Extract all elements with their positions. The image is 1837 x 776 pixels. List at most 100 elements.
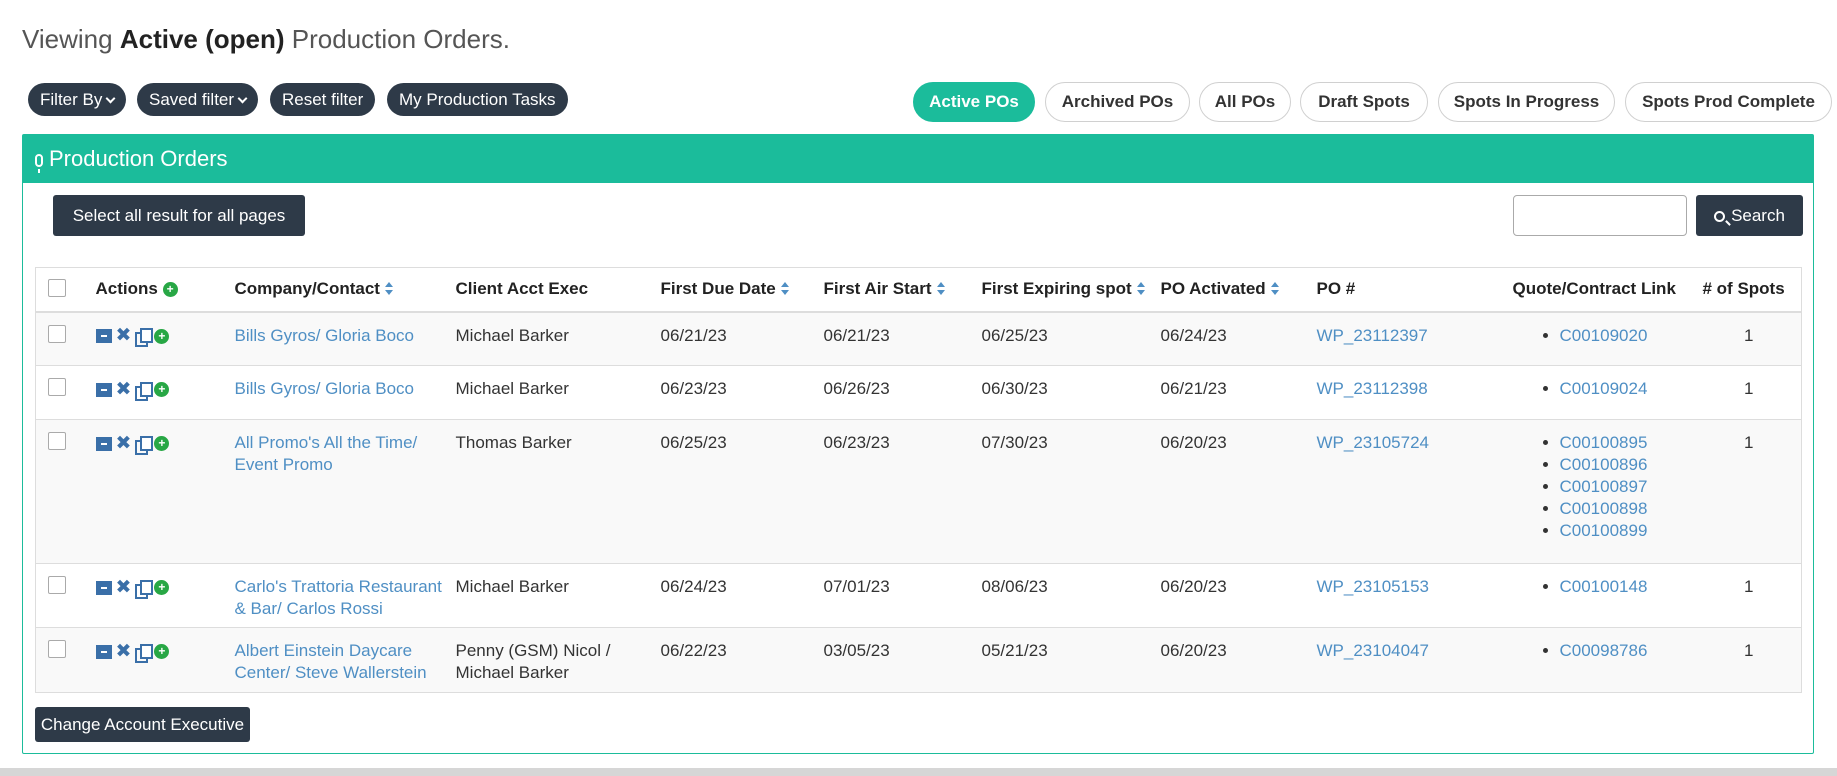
first-expiring-header[interactable]: First Expiring spot xyxy=(981,267,1161,313)
first-expiring-cell: 05/21/23 xyxy=(981,627,1161,693)
quote-link[interactable]: C00098786 xyxy=(1560,641,1648,660)
company-link[interactable]: Bills Gyros/ Gloria Boco xyxy=(235,326,415,345)
search-input[interactable] xyxy=(1513,195,1687,236)
po-number-header: PO # xyxy=(1316,267,1513,313)
close-icon[interactable]: ✖ xyxy=(116,578,132,597)
list-item: C00100896 xyxy=(1560,454,1697,476)
po-number-link[interactable]: WP_23104047 xyxy=(1317,641,1429,660)
company-cell: All Promo's All the Time/ Event Promo xyxy=(234,419,456,564)
saved-filter-dropdown[interactable]: Saved filter xyxy=(137,83,259,116)
first-air-header[interactable]: First Air Start xyxy=(823,267,982,313)
row-select-cell xyxy=(35,627,96,693)
horizontal-scrollbar[interactable] xyxy=(0,768,1837,776)
row-checkbox[interactable] xyxy=(48,576,66,594)
search-icon xyxy=(1714,211,1726,222)
copy-icon[interactable] xyxy=(135,643,154,663)
select-all-results-button[interactable]: Select all result for all pages xyxy=(53,195,305,236)
tab-draft-spots[interactable]: Draft Spots xyxy=(1300,82,1428,122)
po-number-link[interactable]: WP_23112397 xyxy=(1317,326,1428,345)
first-expiring-cell: 08/06/23 xyxy=(981,563,1161,628)
client-ae-cell: Michael Barker xyxy=(455,311,661,366)
row-actions: ✖ + xyxy=(95,365,235,420)
first-due-cell: 06/23/23 xyxy=(660,365,824,420)
num-spots-header: # of Spots xyxy=(1696,267,1802,313)
company-cell: Bills Gyros/ Gloria Boco xyxy=(234,365,456,420)
po-number-cell: WP_23104047 xyxy=(1316,627,1513,693)
saved-filter-label: Saved filter xyxy=(149,90,235,109)
table-row: ✖ + Bills Gyros/ Gloria Boco Michael Bark… xyxy=(35,311,1802,366)
company-link[interactable]: Albert Einstein Daycare Center/ Steve Wa… xyxy=(235,641,427,682)
close-icon[interactable]: ✖ xyxy=(116,326,132,345)
page-title-prefix: Viewing xyxy=(22,24,113,54)
company-link[interactable]: Bills Gyros/ Gloria Boco xyxy=(235,379,415,398)
reset-filter-button[interactable]: Reset filter xyxy=(270,83,376,116)
num-spots-cell: 1 xyxy=(1696,365,1802,420)
archive-icon[interactable] xyxy=(95,580,112,595)
list-item: C00098786 xyxy=(1560,640,1697,662)
sort-icon xyxy=(1270,282,1280,296)
copy-icon[interactable] xyxy=(135,435,154,455)
po-number-link[interactable]: WP_23105724 xyxy=(1317,433,1429,452)
quote-link[interactable]: C00100899 xyxy=(1560,521,1648,540)
quote-link[interactable]: C00100895 xyxy=(1560,433,1648,452)
archive-icon[interactable] xyxy=(95,644,112,659)
tab-spots-prod-complete[interactable]: Spots Prod Complete xyxy=(1625,82,1832,122)
company-link[interactable]: Carlo's Trattoria Restaurant & Bar/ Carl… xyxy=(235,577,442,618)
company-link[interactable]: All Promo's All the Time/ Event Promo xyxy=(235,433,418,474)
add-icon[interactable]: + xyxy=(154,328,170,344)
quote-link[interactable]: C00100898 xyxy=(1560,499,1648,518)
quote-link[interactable]: C00100896 xyxy=(1560,455,1648,474)
po-number-link[interactable]: WP_23105153 xyxy=(1317,577,1429,596)
add-icon[interactable]: + xyxy=(154,436,170,452)
chevron-down-icon xyxy=(105,93,116,104)
add-icon[interactable]: + xyxy=(154,382,170,398)
add-icon[interactable]: + xyxy=(154,644,170,660)
sort-icon xyxy=(384,282,394,296)
close-icon[interactable]: ✖ xyxy=(116,434,132,453)
copy-icon[interactable] xyxy=(135,579,154,599)
tab-active-pos[interactable]: Active POs xyxy=(913,82,1035,122)
quote-link[interactable]: C00109024 xyxy=(1560,379,1648,398)
sort-icon xyxy=(780,282,790,296)
close-icon[interactable]: ✖ xyxy=(116,380,132,399)
tab-archived-pos[interactable]: Archived POs xyxy=(1045,82,1190,122)
tab-all-pos[interactable]: All POs xyxy=(1199,82,1291,122)
add-icon[interactable]: + xyxy=(154,580,170,596)
po-number-cell: WP_23105153 xyxy=(1316,563,1513,628)
tab-spots-in-progress[interactable]: Spots In Progress xyxy=(1438,82,1615,122)
list-item: C00100898 xyxy=(1560,498,1697,520)
copy-icon[interactable] xyxy=(135,328,154,348)
quote-link[interactable]: C00100148 xyxy=(1560,577,1648,596)
first-due-header[interactable]: First Due Date xyxy=(660,267,824,313)
quote-link[interactable]: C00100897 xyxy=(1560,477,1648,496)
first-air-cell: 06/26/23 xyxy=(823,365,982,420)
po-activated-header[interactable]: PO Activated xyxy=(1160,267,1317,313)
close-icon[interactable]: ✖ xyxy=(116,642,132,661)
list-item: C00100895 xyxy=(1560,432,1697,454)
company-header[interactable]: Company/Contact xyxy=(234,267,456,313)
row-checkbox[interactable] xyxy=(48,324,66,343)
num-spots-cell: 1 xyxy=(1696,311,1802,366)
select-all-checkbox[interactable] xyxy=(48,278,66,297)
filter-by-dropdown[interactable]: Filter By xyxy=(28,83,127,116)
quote-link[interactable]: C00109020 xyxy=(1560,326,1648,345)
my-production-tasks-button[interactable]: My Production Tasks xyxy=(387,83,568,116)
archive-icon[interactable] xyxy=(95,329,112,344)
first-expiring-header-label: First Expiring spot xyxy=(981,279,1132,299)
sort-icon xyxy=(936,282,946,296)
po-activated-cell: 06/20/23 xyxy=(1160,627,1317,693)
archive-icon[interactable] xyxy=(95,382,112,397)
copy-icon[interactable] xyxy=(135,381,154,401)
add-order-icon[interactable]: + xyxy=(162,282,178,298)
po-number-link[interactable]: WP_23112398 xyxy=(1317,379,1428,398)
row-actions: ✖ + xyxy=(95,627,235,693)
list-item: C00109024 xyxy=(1560,378,1697,400)
row-checkbox[interactable] xyxy=(48,432,66,450)
client-ae-header: Client Acct Exec xyxy=(455,267,661,313)
change-account-executive-button[interactable]: Change Account Executive xyxy=(35,707,250,742)
search-button[interactable]: Search xyxy=(1696,195,1803,236)
row-checkbox[interactable] xyxy=(48,378,66,396)
row-checkbox[interactable] xyxy=(48,640,66,658)
archive-icon[interactable] xyxy=(95,436,112,451)
po-number-cell: WP_23105724 xyxy=(1316,419,1513,564)
